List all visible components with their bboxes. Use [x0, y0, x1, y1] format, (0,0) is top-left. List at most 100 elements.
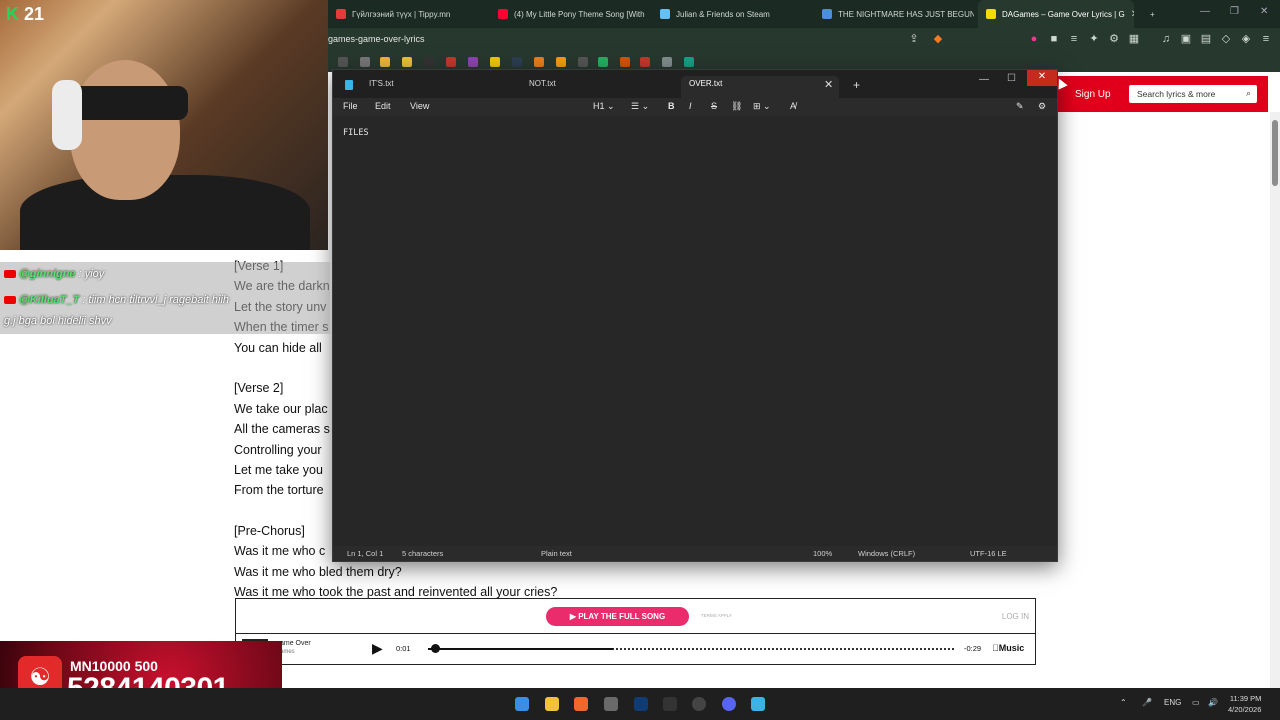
- qr-icon[interactable]: ▦: [1128, 33, 1140, 45]
- terms-text: TERMS APPLY: [701, 613, 732, 618]
- menu-icon[interactable]: ≡: [1260, 33, 1272, 45]
- site-search-input[interactable]: Search lyrics & more ⌕: [1129, 85, 1257, 103]
- brave-shield-icon[interactable]: ◆: [932, 33, 944, 45]
- shield-icon[interactable]: ◈: [1240, 33, 1252, 45]
- heading-dropdown[interactable]: H1 ⌄: [593, 101, 615, 112]
- tab-title: THE NIGHTMARE HAS JUST BEGUN: [838, 9, 974, 19]
- music-icon[interactable]: ♫: [1160, 33, 1172, 45]
- close-tab-icon[interactable]: ✕: [824, 78, 833, 91]
- minimize-icon[interactable]: —: [1200, 6, 1210, 17]
- browser-tab-active[interactable]: DAGames – Game Over Lyrics | G ✕: [978, 0, 1134, 28]
- close-tab-icon[interactable]: ✕: [1131, 9, 1134, 20]
- bold-icon[interactable]: B: [668, 101, 675, 111]
- minimize-icon[interactable]: —: [979, 74, 989, 85]
- url-text[interactable]: games-game-over-lyrics: [328, 34, 425, 44]
- file-explorer-icon[interactable]: [545, 697, 559, 711]
- link-icon[interactable]: ⛓: [731, 101, 742, 112]
- tab-label: NOT.txt: [529, 79, 556, 88]
- bookmark-icon[interactable]: [338, 57, 348, 67]
- bookmark-icon[interactable]: [446, 57, 456, 67]
- sign-up-button[interactable]: Sign Up: [1075, 89, 1111, 100]
- network-icon[interactable]: ▭: [1192, 698, 1200, 707]
- chevron-up-icon[interactable]: ⌃: [1120, 698, 1127, 707]
- webcam-headband: [70, 86, 188, 120]
- close-window-icon[interactable]: ✕: [1260, 6, 1268, 17]
- obs-icon[interactable]: [692, 697, 706, 711]
- notepad-taskbar-icon[interactable]: [751, 697, 765, 711]
- menu-file[interactable]: File: [343, 101, 358, 111]
- share-icon[interactable]: ⇪: [908, 33, 920, 45]
- browser-tab[interactable]: Гүйлгээний түүх | Tippy.mn: [328, 0, 488, 28]
- extension-icon[interactable]: ■: [1048, 33, 1060, 45]
- clear-format-icon[interactable]: A̸: [790, 101, 796, 111]
- editor-text[interactable]: FILES: [343, 128, 369, 138]
- extension-icon[interactable]: ⚙: [1108, 33, 1120, 45]
- brave-icon[interactable]: [574, 697, 588, 711]
- track-info: ame Over ames: [280, 639, 311, 657]
- bookmark-icon[interactable]: [490, 57, 500, 67]
- bookmark-icon[interactable]: [556, 57, 566, 67]
- chat-user: @ginnigne: [19, 268, 76, 280]
- line-ending: Windows (CRLF): [858, 549, 916, 558]
- microphone-icon[interactable]: 🎤: [1142, 698, 1152, 707]
- notepad-editor[interactable]: FILES: [333, 116, 1057, 546]
- table-icon[interactable]: ⊞ ⌄: [753, 101, 771, 112]
- vpn-icon[interactable]: ◇: [1220, 33, 1232, 45]
- live-app-icon[interactable]: [663, 697, 677, 711]
- system-clock[interactable]: 11:39 PM 4/20/2026: [1228, 693, 1261, 715]
- play-icon[interactable]: ▶: [372, 640, 383, 657]
- bookmark-icon[interactable]: [598, 57, 608, 67]
- scrollbar-thumb[interactable]: [1272, 120, 1278, 186]
- maximize-icon[interactable]: ❐: [1230, 6, 1239, 17]
- browser-tab[interactable]: (4) My Little Pony Theme Song [With: [490, 0, 650, 28]
- notepad-tab[interactable]: NOT.txt: [529, 76, 556, 98]
- page-scrollbar[interactable]: [1270, 112, 1280, 688]
- photoshop-icon[interactable]: [634, 697, 648, 711]
- extension-icon[interactable]: ●: [1028, 33, 1040, 45]
- bookmark-icon[interactable]: [360, 57, 370, 67]
- volume-icon[interactable]: 🔊: [1208, 698, 1218, 707]
- notepad-tab-bar: IT'S.txt NOT.txt OVER.txt ✕ + — ☐ ✕: [333, 70, 1057, 98]
- language-indicator[interactable]: ENG: [1164, 698, 1181, 707]
- start-icon[interactable]: [515, 697, 529, 711]
- play-full-song-button[interactable]: ▶ PLAY THE FULL SONG: [546, 607, 689, 626]
- menu-edit[interactable]: Edit: [375, 101, 391, 111]
- bookmark-icon[interactable]: [640, 57, 650, 67]
- notepad-tab[interactable]: IT'S.txt: [369, 76, 394, 98]
- wallet-icon[interactable]: ▤: [1200, 33, 1212, 45]
- progress-thumb[interactable]: [431, 644, 440, 653]
- bookmark-icon[interactable]: [620, 57, 630, 67]
- tab-label: OVER.txt: [689, 79, 723, 88]
- puzzle-icon[interactable]: ✦: [1088, 33, 1100, 45]
- sidebar-icon[interactable]: ▣: [1180, 33, 1192, 45]
- search-icon[interactable]: ⌕: [1246, 88, 1251, 99]
- strikethrough-icon[interactable]: S: [711, 101, 717, 111]
- app-icon[interactable]: [604, 697, 618, 711]
- close-window-icon[interactable]: ✕: [1027, 70, 1057, 86]
- extension-icon[interactable]: ≡: [1068, 33, 1080, 45]
- italic-icon[interactable]: I: [689, 101, 692, 111]
- bookmark-icon[interactable]: [402, 57, 412, 67]
- player-login-link[interactable]: LOG IN: [1002, 612, 1029, 621]
- bookmark-icon[interactable]: [534, 57, 544, 67]
- bookmark-icon[interactable]: [468, 57, 478, 67]
- progress-fill: [428, 648, 613, 650]
- settings-gear-icon[interactable]: ⚙: [1038, 101, 1046, 112]
- discord-icon[interactable]: [722, 697, 736, 711]
- bookmark-icon[interactable]: [684, 57, 694, 67]
- tab-favicon: [660, 9, 670, 19]
- notepad-tab-active[interactable]: OVER.txt: [681, 76, 839, 98]
- bookmark-icon[interactable]: [662, 57, 672, 67]
- maximize-icon[interactable]: ☐: [1007, 73, 1016, 84]
- browser-tab[interactable]: THE NIGHTMARE HAS JUST BEGUN: [814, 0, 974, 28]
- browser-tab[interactable]: Julian & Friends on Steam: [652, 0, 812, 28]
- list-icon[interactable]: ☰ ⌄: [631, 101, 649, 112]
- bookmark-icon[interactable]: [578, 57, 588, 67]
- new-tab-icon[interactable]: +: [853, 78, 860, 92]
- menu-view[interactable]: View: [410, 101, 429, 111]
- new-tab-button[interactable]: +: [1142, 0, 1162, 28]
- bookmark-icon[interactable]: [424, 57, 434, 67]
- folder-icon[interactable]: [380, 57, 390, 67]
- bookmark-icon[interactable]: [512, 57, 522, 67]
- copilot-icon[interactable]: ✎: [1016, 101, 1024, 112]
